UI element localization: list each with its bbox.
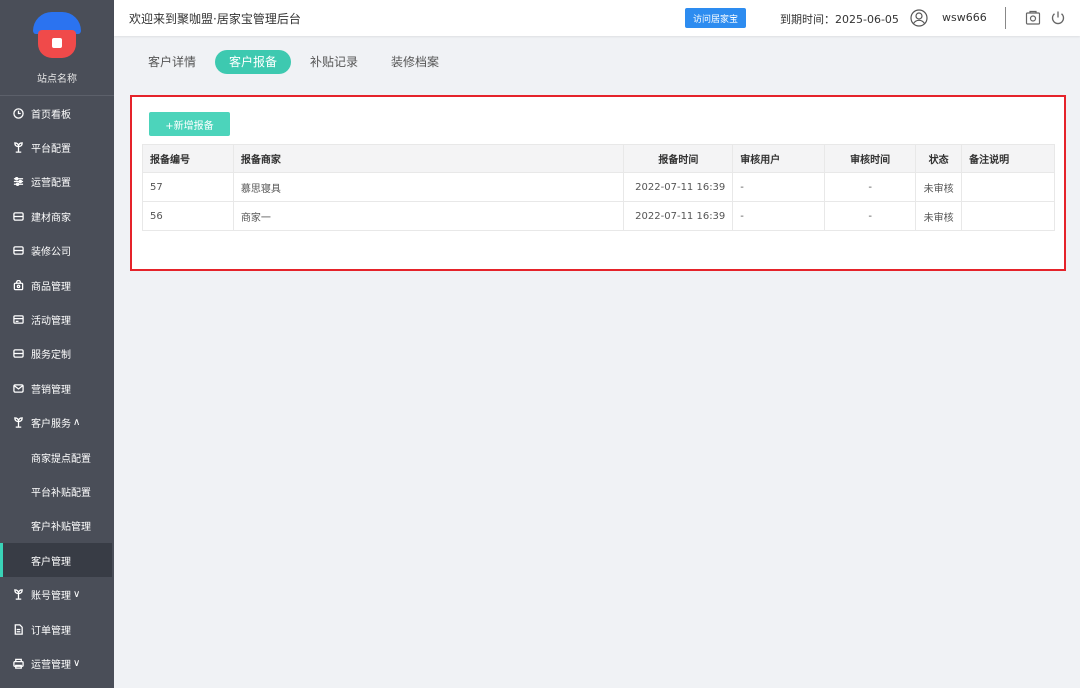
table-row[interactable]: 56 商家一 2022-07-11 16:39 - - 未审核 bbox=[142, 201, 1055, 231]
sidebar-item-label: 服务定制 bbox=[31, 350, 71, 362]
print-icon bbox=[12, 657, 24, 669]
site-name: 站点名称 bbox=[37, 74, 77, 85]
column-header: 状态 bbox=[915, 144, 963, 173]
sidebar-item-products[interactable]: 商品管理 bbox=[0, 268, 114, 302]
sidebar-subitem-label: 平台补贴配置 bbox=[31, 487, 91, 499]
sidebar-subitem-customer-management[interactable]: 客户管理 bbox=[0, 543, 112, 578]
sidebar-subitem-label: 商家提点配置 bbox=[31, 453, 91, 465]
sidebar-item-label: 运营配置 bbox=[31, 178, 71, 190]
tab-subsidy-records[interactable]: 补贴记录 bbox=[296, 50, 372, 74]
tab-decoration-files[interactable]: 装修档案 bbox=[377, 50, 453, 74]
column-header: 审核时间 bbox=[824, 144, 917, 173]
sidebar-item-platform-config[interactable]: 平台配置 bbox=[0, 130, 114, 164]
table-cell: - bbox=[824, 201, 917, 231]
table-cell: - bbox=[732, 172, 826, 202]
table-cell: 慕思寝具 bbox=[232, 172, 625, 202]
sidebar-item-operations[interactable]: 运营管理 ∨ bbox=[0, 646, 114, 680]
table-cell: - bbox=[732, 201, 826, 231]
sidebar-menu: 首页看板 平台配置 运营配置 建材商家 装修公司 商品管理 活动管理 服务定制 bbox=[0, 96, 114, 681]
mail-icon bbox=[12, 382, 24, 394]
sidebar-item-decoration-company[interactable]: 装修公司 bbox=[0, 234, 114, 268]
report-table: 报备编号 报备商家 报备时间 审核用户 审核时间 状态 备注说明 57 慕思寝具… bbox=[142, 144, 1055, 231]
chevron-down-icon: ∨ bbox=[73, 657, 81, 669]
sidebar-subitem-customer-subsidy[interactable]: 客户补贴管理 bbox=[0, 509, 114, 543]
table-cell: 商家一 bbox=[232, 201, 625, 231]
sidebar-subitem-label: 客户补贴管理 bbox=[31, 522, 91, 534]
sidebar: 站点名称 首页看板 平台配置 运营配置 建材商家 装修公司 商品管理 活动管理 … bbox=[0, 0, 114, 688]
sidebar-item-label: 平台配置 bbox=[31, 144, 71, 156]
power-icon[interactable] bbox=[1050, 10, 1066, 26]
sidebar-item-ops-config[interactable]: 运营配置 bbox=[0, 165, 114, 199]
sidebar-item-materials-merchant[interactable]: 建材商家 bbox=[0, 199, 114, 233]
box-icon bbox=[12, 245, 24, 257]
table-cell bbox=[961, 172, 1055, 202]
sidebar-item-marketing[interactable]: 营销管理 bbox=[0, 371, 114, 405]
plant-icon bbox=[12, 589, 24, 601]
report-panel: +新增报备 报备编号 报备商家 报备时间 审核用户 审核时间 状态 备注说明 5… bbox=[130, 95, 1066, 271]
logo-area: 站点名称 bbox=[0, 0, 114, 96]
clock-icon bbox=[12, 107, 24, 119]
sidebar-item-dashboard[interactable]: 首页看板 bbox=[0, 96, 114, 130]
table-cell: 56 bbox=[142, 201, 234, 231]
sidebar-item-activities[interactable]: 活动管理 bbox=[0, 302, 114, 336]
tab-customer-report[interactable]: 客户报备 bbox=[215, 50, 292, 74]
sidebar-item-label: 装修公司 bbox=[31, 247, 71, 259]
add-report-button[interactable]: +新增报备 bbox=[149, 112, 230, 136]
table-cell: 57 bbox=[142, 172, 234, 202]
table-cell bbox=[961, 201, 1055, 231]
sidebar-item-label: 运营管理 bbox=[31, 659, 71, 671]
table-row[interactable]: 57 慕思寝具 2022-07-11 16:39 - - 未审核 bbox=[142, 172, 1055, 202]
column-header: 报备编号 bbox=[142, 144, 234, 173]
table-header-row: 报备编号 报备商家 报备时间 审核用户 审核时间 状态 备注说明 bbox=[142, 144, 1055, 173]
column-header: 报备商家 bbox=[232, 144, 625, 173]
plant-icon bbox=[12, 142, 24, 154]
sliders-icon bbox=[12, 176, 24, 188]
customer-tabs: 客户详情 客户报备 补贴记录 装修档案 bbox=[134, 50, 458, 74]
box-icon bbox=[12, 348, 24, 360]
sidebar-item-label: 营销管理 bbox=[31, 384, 71, 396]
welcome-text: 欢迎来到聚咖盟·居家宝管理后台 bbox=[129, 11, 301, 26]
expire-date: 到期时间：2025-06-05 bbox=[780, 13, 899, 26]
sidebar-subitem-platform-subsidy[interactable]: 平台补贴配置 bbox=[0, 474, 114, 508]
sidebar-item-label: 商品管理 bbox=[31, 281, 71, 293]
sidebar-item-label: 建材商家 bbox=[31, 212, 71, 224]
card-icon bbox=[12, 314, 24, 326]
sidebar-item-customer-service[interactable]: 客户服务 ∧ bbox=[0, 406, 114, 440]
table-cell: 未审核 bbox=[915, 172, 963, 202]
top-header: 欢迎来到聚咖盟·居家宝管理后台 访问居家宝 到期时间：2025-06-05 ws… bbox=[114, 0, 1080, 36]
screenshot-icon[interactable] bbox=[1025, 10, 1041, 26]
site-logo bbox=[33, 12, 81, 60]
bag-icon bbox=[12, 279, 24, 291]
table-cell: 2022-07-11 16:39 bbox=[623, 201, 734, 231]
plant-icon bbox=[12, 417, 24, 429]
sidebar-item-label: 客户服务 bbox=[31, 419, 71, 431]
username[interactable]: wsw666 bbox=[942, 11, 987, 24]
table-cell: 2022-07-11 16:39 bbox=[623, 172, 734, 202]
sidebar-subitem-label: 客户管理 bbox=[31, 556, 71, 568]
sidebar-item-accounts[interactable]: 账号管理 ∨ bbox=[0, 577, 114, 611]
sidebar-subitem-merchant-commission[interactable]: 商家提点配置 bbox=[0, 440, 114, 474]
table-cell: 未审核 bbox=[915, 201, 963, 231]
visit-site-button[interactable]: 访问居家宝 bbox=[685, 8, 746, 28]
chevron-up-icon: ∧ bbox=[73, 417, 81, 429]
column-header: 报备时间 bbox=[623, 144, 734, 173]
column-header: 备注说明 bbox=[961, 144, 1055, 173]
column-header: 审核用户 bbox=[732, 144, 826, 173]
sidebar-item-orders[interactable]: 订单管理 bbox=[0, 612, 114, 646]
sidebar-item-label: 账号管理 bbox=[31, 591, 71, 603]
header-divider bbox=[1005, 7, 1006, 29]
sidebar-item-service-custom[interactable]: 服务定制 bbox=[0, 337, 114, 371]
table-cell: - bbox=[824, 172, 917, 202]
box-icon bbox=[12, 210, 24, 222]
chevron-down-icon: ∨ bbox=[73, 589, 81, 601]
doc-icon bbox=[12, 623, 24, 635]
user-avatar-icon[interactable] bbox=[910, 9, 928, 27]
sidebar-item-label: 首页看板 bbox=[31, 109, 71, 121]
sidebar-item-label: 活动管理 bbox=[31, 316, 71, 328]
sidebar-item-label: 订单管理 bbox=[31, 625, 71, 637]
tab-customer-details[interactable]: 客户详情 bbox=[134, 50, 210, 74]
